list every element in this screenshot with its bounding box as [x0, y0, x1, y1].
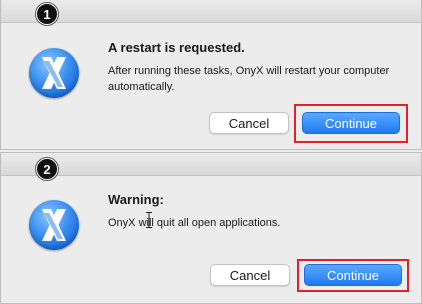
step-badge: 1 — [36, 3, 58, 25]
warning-dialog: 2 Warning: OnyX will quit all open appli… — [0, 152, 422, 304]
onyx-app-icon — [29, 48, 79, 98]
dialog-titlebar — [1, 153, 421, 176]
highlight-box — [297, 259, 409, 292]
dialog-title: Warning: — [108, 192, 164, 207]
restart-dialog: 1 A restart is requested. After running … — [0, 0, 422, 150]
step-badge: 2 — [36, 158, 58, 180]
cancel-button[interactable]: Cancel — [210, 264, 290, 286]
highlight-box — [294, 104, 408, 143]
dialog-message: After running these tasks, OnyX will res… — [108, 65, 390, 93]
dialog-title: A restart is requested. — [108, 40, 245, 55]
dialog-titlebar — [1, 0, 421, 23]
dialog-message: OnyX will quit all open applications. — [108, 217, 281, 229]
onyx-app-icon — [29, 200, 79, 250]
text-cursor-icon — [146, 212, 152, 228]
cancel-button[interactable]: Cancel — [209, 112, 289, 134]
